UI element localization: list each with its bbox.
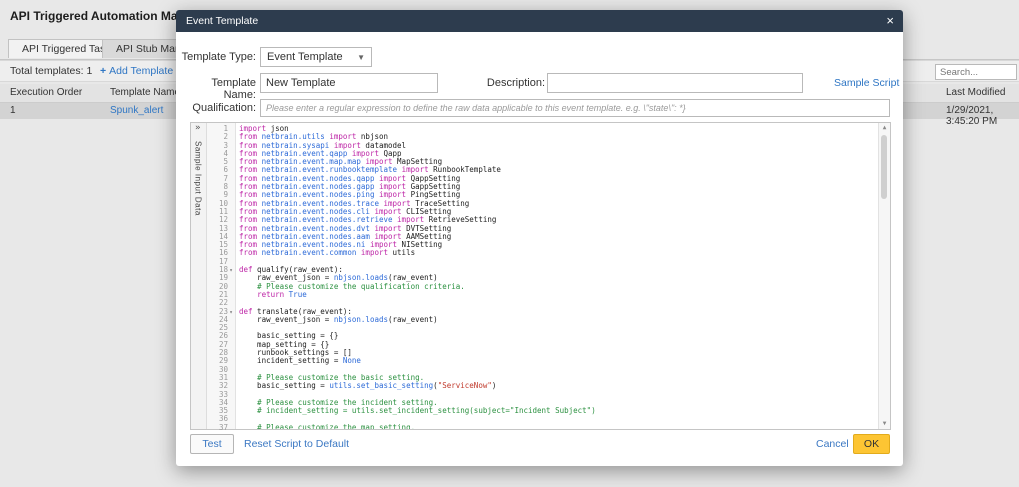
description-input[interactable] xyxy=(547,73,803,93)
template-name-input[interactable] xyxy=(260,73,438,93)
event-template-dialog: Event Template × Template Type: Event Te… xyxy=(176,10,903,466)
sample-input-data-panel: » Sample Input Data xyxy=(191,123,207,429)
column-execution-order[interactable]: Execution Order xyxy=(10,87,82,98)
dialog-title: Event Template xyxy=(186,15,259,27)
plus-icon: + xyxy=(100,65,107,77)
column-last-modified[interactable]: Last Modified xyxy=(946,87,1005,98)
template-name-label: Template Name: xyxy=(211,77,256,101)
script-editor: » Sample Input Data 1 2 3 4 5 6 7 8 9 10 11 12 13 14 1… xyxy=(190,122,891,431)
description-label: Description: xyxy=(486,77,545,89)
column-template-name[interactable]: Template Name xyxy=(110,87,180,98)
sample-input-data-label[interactable]: Sample Input Data xyxy=(193,141,202,216)
test-button[interactable]: Test xyxy=(190,434,234,454)
editor-scrollbar[interactable]: ▲ ▼ xyxy=(878,123,890,429)
dialog-titlebar[interactable]: Event Template × xyxy=(176,10,903,32)
close-icon[interactable]: × xyxy=(886,13,894,29)
cell-execution-order: 1 xyxy=(10,105,16,116)
scroll-down-icon[interactable]: ▼ xyxy=(879,420,890,428)
template-type-dropdown[interactable]: Event Template ▼ xyxy=(260,47,372,67)
template-type-value: Event Template xyxy=(267,51,343,63)
sample-script-link[interactable]: Sample Script xyxy=(834,77,899,89)
total-templates-label: Total templates: 1 xyxy=(10,65,93,77)
cell-template-name-link[interactable]: Spunk_alert xyxy=(110,105,163,116)
cell-last-modified: 1/29/2021, 3:45:20 PM xyxy=(946,105,998,127)
add-template-button[interactable]: + Add Template xyxy=(100,65,173,77)
search-input[interactable] xyxy=(935,64,1017,80)
scrollbar-thumb[interactable] xyxy=(881,135,887,199)
chevron-down-icon: ▼ xyxy=(357,52,365,62)
editor-gutter: 1 2 3 4 5 6 7 8 9 10 11 12 13 14 15 16 17 18▾ 19 20 21 22 23▾ 2… xyxy=(207,123,236,431)
qualification-input[interactable] xyxy=(260,99,890,117)
ok-button[interactable]: OK xyxy=(853,434,890,454)
scroll-up-icon[interactable]: ▲ xyxy=(879,124,890,132)
cancel-button[interactable]: Cancel xyxy=(816,438,849,450)
template-type-label: Template Type: xyxy=(181,51,256,63)
editor-code[interactable]: import json from netbrain.utils import nb… xyxy=(236,123,878,429)
expand-panel-icon[interactable]: » xyxy=(195,123,200,132)
reset-script-link[interactable]: Reset Script to Default xyxy=(244,438,349,450)
screen: API Triggered Automation Manager API Tri… xyxy=(0,0,1019,487)
qualification-label: Qualification: xyxy=(192,102,256,114)
add-template-label: Add Template xyxy=(109,65,174,77)
